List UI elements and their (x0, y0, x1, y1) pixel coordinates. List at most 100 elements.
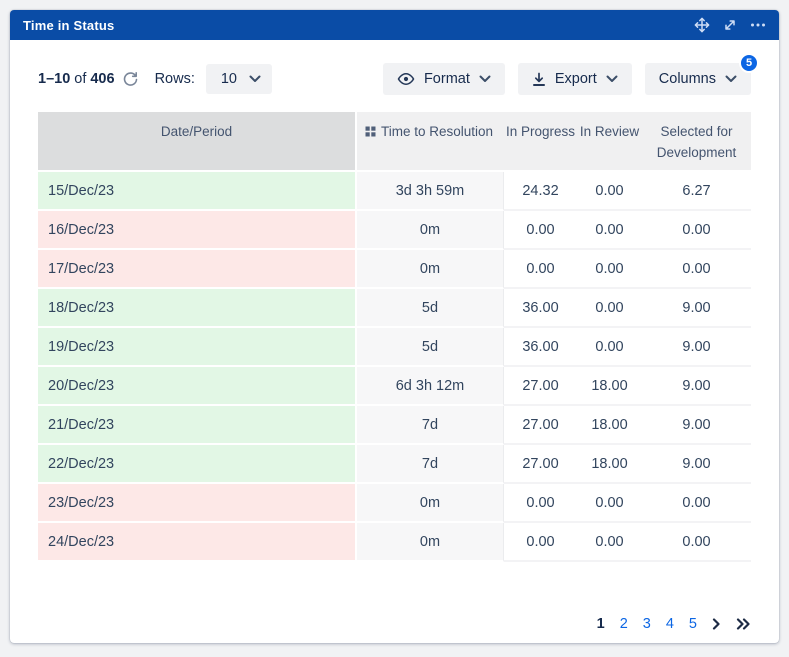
more-icon[interactable] (750, 22, 766, 28)
row-in-review-cell: 0.00 (577, 172, 642, 211)
format-button[interactable]: Format (383, 63, 505, 95)
expand-icon[interactable] (723, 18, 737, 32)
row-date-cell: 20/Dec/23 (38, 367, 357, 406)
row-date-cell: 23/Dec/23 (38, 484, 357, 523)
row-selected-for-development-cell: 0.00 (642, 484, 751, 523)
table-row: 18/Dec/235d36.000.009.00 (38, 289, 751, 328)
row-selected-for-development-cell: 6.27 (642, 172, 751, 211)
toolbar: 1–10 of 406 Rows: 10 Format (10, 40, 779, 95)
row-in-review-cell: 0.00 (577, 523, 642, 562)
row-date-cell: 19/Dec/23 (38, 328, 357, 367)
row-time-to-resolution-cell: 5d (357, 328, 504, 367)
row-time-to-resolution-cell: 0m (357, 250, 504, 289)
row-in-progress-cell: 27.00 (504, 445, 577, 484)
refresh-icon[interactable] (122, 71, 139, 88)
of-label: of (74, 71, 86, 87)
row-in-review-cell: 0.00 (577, 484, 642, 523)
time-in-status-table: Date/Period Time to Resolution In Progre… (38, 112, 751, 562)
chevron-down-icon (479, 75, 491, 83)
pagination: 12345 (38, 616, 751, 632)
row-in-review-cell: 18.00 (577, 367, 642, 406)
row-date-cell: 16/Dec/23 (38, 211, 357, 250)
chevron-right-icon[interactable] (712, 618, 721, 630)
table-row: 17/Dec/230m0.000.000.00 (38, 250, 751, 289)
table-header-row: Date/Period Time to Resolution In Progre… (38, 112, 751, 172)
row-in-review-cell: 0.00 (577, 211, 642, 250)
row-date-cell: 22/Dec/23 (38, 445, 357, 484)
grid-icon (365, 126, 376, 137)
columns-button-label: Columns (659, 71, 716, 87)
total-value: 406 (90, 71, 114, 87)
row-time-to-resolution-cell: 0m (357, 523, 504, 562)
row-date-cell: 21/Dec/23 (38, 406, 357, 445)
row-selected-for-development-cell: 9.00 (642, 289, 751, 328)
double-chevron-right-icon[interactable] (736, 618, 751, 630)
table-row: 21/Dec/237d27.0018.009.00 (38, 406, 751, 445)
row-in-review-cell: 18.00 (577, 406, 642, 445)
columns-button[interactable]: Columns 5 (645, 63, 751, 95)
row-selected-for-development-cell: 9.00 (642, 328, 751, 367)
row-date-cell: 24/Dec/23 (38, 523, 357, 562)
column-header-label: In Review (580, 124, 639, 139)
column-header-time-to-resolution[interactable]: Time to Resolution (357, 112, 504, 172)
row-date-cell: 17/Dec/23 (38, 250, 357, 289)
row-time-to-resolution-cell: 7d (357, 445, 504, 484)
pagination-page-link[interactable]: 5 (689, 616, 697, 632)
pagination-current-page[interactable]: 1 (597, 616, 605, 632)
table-row: 19/Dec/235d36.000.009.00 (38, 328, 751, 367)
row-time-to-resolution-cell: 6d 3h 12m (357, 367, 504, 406)
export-button[interactable]: Export (518, 63, 632, 95)
move-icon[interactable] (694, 17, 710, 33)
gadget-header: Time in Status (10, 10, 779, 40)
row-in-progress-cell: 27.00 (504, 367, 577, 406)
columns-count-badge: 5 (739, 53, 759, 73)
pagination-page-link[interactable]: 4 (666, 616, 674, 632)
table-row: 20/Dec/236d 3h 12m27.0018.009.00 (38, 367, 751, 406)
gadget-title: Time in Status (23, 18, 114, 33)
time-in-status-gadget: Time in Status 1–10 of (10, 10, 779, 643)
row-in-progress-cell: 0.00 (504, 250, 577, 289)
row-date-cell: 18/Dec/23 (38, 289, 357, 328)
table-row: 24/Dec/230m0.000.000.00 (38, 523, 751, 562)
column-header-selected-for-development[interactable]: Selected for Development (642, 112, 751, 172)
row-in-progress-cell: 27.00 (504, 406, 577, 445)
column-header-in-progress[interactable]: In Progress (504, 112, 577, 172)
row-in-progress-cell: 36.00 (504, 328, 577, 367)
column-header-label: Selected for Development (657, 124, 737, 160)
rows-per-page-select[interactable]: 10 (206, 64, 272, 94)
eye-icon (397, 72, 415, 86)
row-selected-for-development-cell: 0.00 (642, 211, 751, 250)
row-in-review-cell: 0.00 (577, 289, 642, 328)
pagination-pages: 12345 (597, 616, 697, 632)
row-selected-for-development-cell: 9.00 (642, 445, 751, 484)
column-header-label: Date/Period (161, 124, 232, 139)
row-in-review-cell: 0.00 (577, 328, 642, 367)
row-selected-for-development-cell: 9.00 (642, 406, 751, 445)
rows-per-page-value: 10 (221, 71, 237, 87)
pagination-page-link[interactable]: 2 (620, 616, 628, 632)
row-time-to-resolution-cell: 5d (357, 289, 504, 328)
row-time-to-resolution-cell: 0m (357, 484, 504, 523)
table-body: 15/Dec/233d 3h 59m24.320.006.2716/Dec/23… (38, 172, 751, 562)
row-in-progress-cell: 24.32 (504, 172, 577, 211)
rows-label: Rows: (155, 71, 195, 87)
pagination-page-link[interactable]: 3 (643, 616, 651, 632)
row-in-review-cell: 18.00 (577, 445, 642, 484)
column-header-label: Time to Resolution (381, 121, 493, 142)
row-in-progress-cell: 0.00 (504, 211, 577, 250)
export-button-label: Export (555, 71, 597, 87)
column-header-in-review[interactable]: In Review (577, 112, 642, 172)
record-range: 1–10 of 406 (38, 71, 115, 87)
row-in-progress-cell: 0.00 (504, 523, 577, 562)
row-selected-for-development-cell: 0.00 (642, 523, 751, 562)
row-time-to-resolution-cell: 0m (357, 211, 504, 250)
row-in-progress-cell: 0.00 (504, 484, 577, 523)
column-header-date-period[interactable]: Date/Period (38, 112, 357, 172)
toolbar-buttons: Format Export Columns 5 (383, 63, 751, 95)
table-row: 16/Dec/230m0.000.000.00 (38, 211, 751, 250)
row-time-to-resolution-cell: 3d 3h 59m (357, 172, 504, 211)
table-row: 23/Dec/230m0.000.000.00 (38, 484, 751, 523)
gadget-header-actions (694, 17, 766, 33)
format-button-label: Format (424, 71, 470, 87)
range-value: 1–10 (38, 71, 70, 87)
